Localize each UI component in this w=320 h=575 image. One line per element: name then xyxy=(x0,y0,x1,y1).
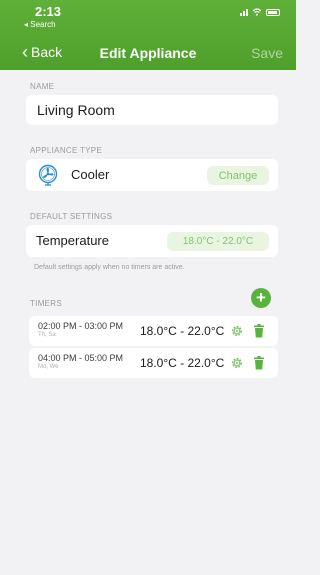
temperature-row: Temperature 18.0°C - 22.0°C xyxy=(26,225,278,257)
timers-label: TIMERS xyxy=(30,299,63,308)
timer-days: Mo, We xyxy=(38,364,59,370)
timer-time-range: 02:00 PM - 03:00 PM xyxy=(38,321,124,331)
appliance-type-label: APPLIANCE TYPE xyxy=(30,146,103,155)
temperature-label: Temperature xyxy=(36,233,109,248)
timer-row[interactable]: 04:00 PM - 05:00 PM Mo, We 18.0°C - 22.0… xyxy=(29,348,278,378)
save-button[interactable]: Save xyxy=(251,45,283,61)
trash-icon[interactable] xyxy=(253,324,265,338)
battery-icon xyxy=(266,8,280,16)
name-section-label: NAME xyxy=(30,82,55,91)
temperature-range-button[interactable]: 18.0°C - 22.0°C xyxy=(167,232,269,251)
add-timer-button[interactable]: + xyxy=(251,288,271,308)
name-field[interactable]: Living Room xyxy=(26,95,278,125)
timer-temperature: 18.0°C - 22.0°C xyxy=(140,356,225,370)
wifi-icon xyxy=(252,8,262,16)
plus-icon: + xyxy=(256,288,266,307)
appliance-type-row: Cooler Change xyxy=(26,159,278,191)
nav-header: 2:13 ◂ Search ‹ Back Edit Appliance Save xyxy=(0,0,296,70)
default-settings-hint: Default settings apply when no timers ar… xyxy=(34,264,185,271)
timer-row[interactable]: 02:00 PM - 03:00 PM Th, Sa 18.0°C - 22.0… xyxy=(29,316,278,346)
status-icons xyxy=(240,8,280,16)
gear-icon[interactable] xyxy=(230,324,244,338)
status-time: 2:13 xyxy=(35,4,62,19)
signal-icon xyxy=(240,8,248,16)
fan-icon xyxy=(38,164,58,186)
appliance-type-name: Cooler xyxy=(71,167,110,182)
gear-icon[interactable] xyxy=(230,356,244,370)
timer-temperature: 18.0°C - 22.0°C xyxy=(140,324,225,338)
timer-time-range: 04:00 PM - 05:00 PM xyxy=(38,353,124,363)
trash-icon[interactable] xyxy=(253,356,265,370)
timer-days: Th, Sa xyxy=(38,332,56,338)
change-button[interactable]: Change xyxy=(207,166,269,185)
status-back-app[interactable]: ◂ Search xyxy=(24,20,56,29)
default-settings-label: DEFAULT SETTINGS xyxy=(30,212,113,221)
